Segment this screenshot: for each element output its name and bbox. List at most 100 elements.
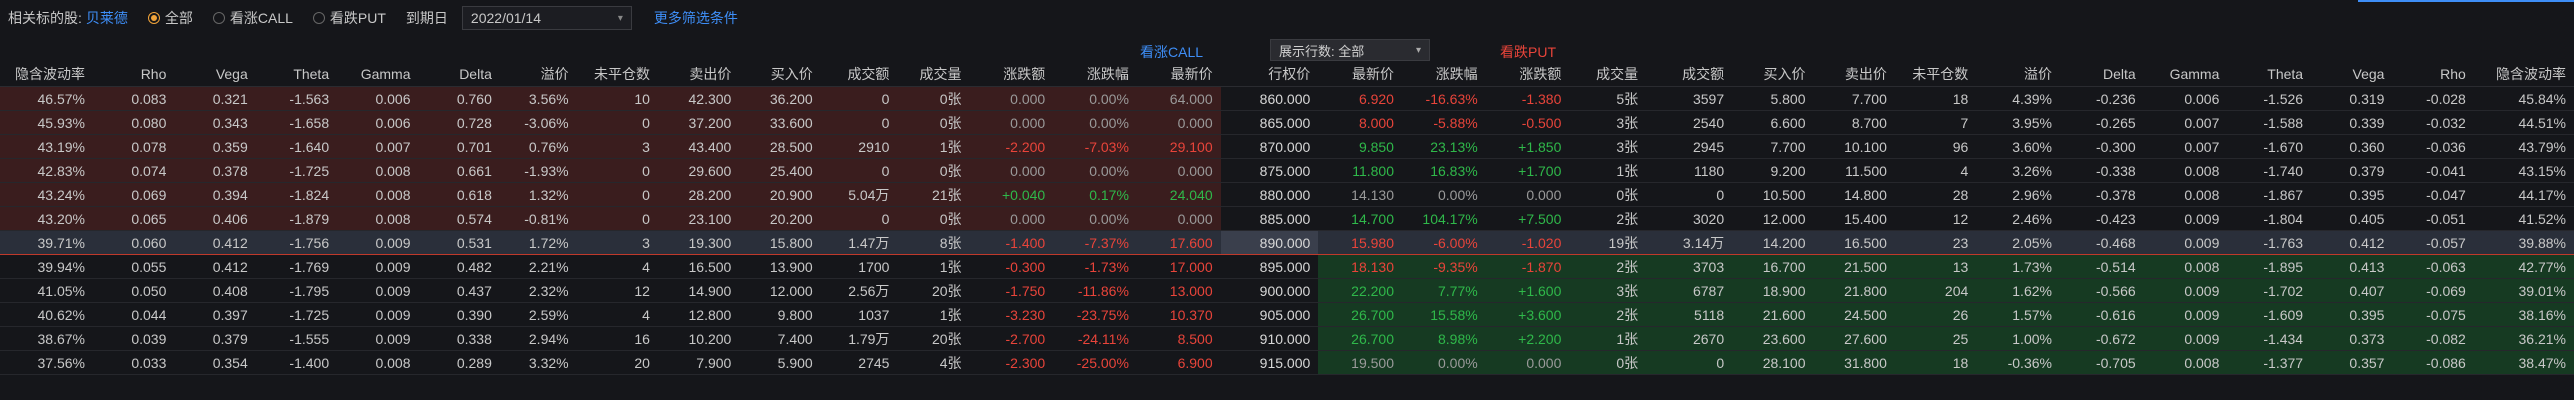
table-cell: 16.700: [1732, 254, 1814, 279]
filter-call-radio[interactable]: 看涨CALL: [212, 8, 293, 28]
table-row[interactable]: 43.24% 0.069 0.394 -1.824 0.008 0.618 1.32% 0 28…: [0, 182, 2574, 207]
table-cell: 0.074: [93, 158, 175, 183]
expiry-select[interactable]: 2022/01/14 ▾: [461, 6, 632, 30]
table-cell: 5.800: [1732, 86, 1814, 111]
table-cell: 1700: [820, 254, 898, 279]
table-cell: -25.00%: [1053, 350, 1137, 375]
column-header[interactable]: Gamma: [2143, 62, 2228, 87]
underlying-link[interactable]: 贝莱德: [86, 8, 128, 28]
column-header[interactable]: Theta: [255, 62, 338, 87]
table-cell: 0.009: [337, 254, 419, 279]
table-row[interactable]: 38.67% 0.039 0.379 -1.555 0.009 0.338 2.94% 16 1…: [0, 326, 2574, 351]
table-cell: 0张: [1569, 350, 1647, 375]
column-header[interactable]: 行权价: [1220, 62, 1319, 87]
table-cell: -1.750: [969, 278, 1054, 303]
table-cell: 2.96%: [1976, 182, 2060, 207]
expiry-label: 到期日: [405, 10, 448, 26]
table-cell: 0.006: [2143, 86, 2228, 111]
option-chain-table: 隐含波动率 Rho Vega Theta Gamma Delta 溢价 未平仓数 卖出价 买入价成…: [0, 62, 2574, 375]
table-cell: 8.700: [1813, 110, 1895, 135]
table-row[interactable]: 46.57% 0.083 0.321 -1.563 0.006 0.760 3.56% 10 4…: [0, 86, 2574, 111]
column-header[interactable]: 隐含波动率: [0, 62, 93, 87]
column-header[interactable]: 卖出价: [1813, 62, 1895, 87]
table-cell: -2.300: [969, 350, 1054, 375]
table-cell: 13: [1894, 254, 1977, 279]
table-cell: 43.400: [657, 134, 740, 159]
table-cell: 28.500: [739, 134, 821, 159]
table-cell: 0.412: [174, 230, 256, 255]
table-cell: 0: [576, 206, 658, 231]
table-cell: 12.000: [1732, 206, 1814, 231]
table-cell: 3张: [1569, 134, 1647, 159]
table-cell: 0.395: [2311, 182, 2393, 207]
table-cell: -0.36%: [1976, 350, 2060, 375]
table-cell: -1.434: [2227, 326, 2312, 351]
column-header[interactable]: Vega: [2311, 62, 2393, 87]
table-cell: 0.343: [174, 110, 256, 135]
table-cell: 0: [820, 110, 898, 135]
table-cell: 19.300: [657, 230, 740, 255]
column-header[interactable]: 成交额: [820, 62, 898, 87]
column-header[interactable]: 最新价: [1136, 62, 1221, 87]
rows-count-select[interactable]: 展示行数: 全部 ▾: [1270, 39, 1430, 61]
table-cell: 3.56%: [499, 86, 577, 111]
table-cell: 0.000: [1485, 350, 1570, 375]
table-cell: 0.008: [337, 350, 419, 375]
table-cell: +7.500: [1485, 206, 1570, 231]
table-cell: 880.000: [1220, 182, 1319, 207]
column-header[interactable]: 溢价: [1976, 62, 2060, 87]
filter-all-radio[interactable]: 全部: [147, 8, 193, 28]
table-row[interactable]: 42.83% 0.074 0.378 -1.725 0.008 0.661 -1.93% 0 2…: [0, 158, 2574, 183]
column-header[interactable]: 最新价: [1318, 62, 1402, 87]
column-header[interactable]: 涨跌幅: [1401, 62, 1486, 87]
table-row[interactable]: 39.71% 0.060 0.412 -1.756 0.009 0.531 1.72% 3 19…: [0, 230, 2574, 255]
table-row[interactable]: 43.19% 0.078 0.359 -1.640 0.007 0.701 0.76% 3 43…: [0, 134, 2574, 159]
column-header[interactable]: Vega: [174, 62, 256, 87]
column-header[interactable]: 未平仓数: [576, 62, 658, 87]
table-cell: 2.59%: [499, 302, 577, 327]
table-cell: 0.000: [969, 206, 1054, 231]
table-row[interactable]: 45.93% 0.080 0.343 -1.658 0.006 0.728 -3.06% 0 3…: [0, 110, 2574, 135]
table-cell: 1.32%: [499, 182, 577, 207]
column-header[interactable]: 成交额: [1646, 62, 1733, 87]
column-header[interactable]: 隐含波动率: [2473, 62, 2574, 87]
column-header[interactable]: Rho: [93, 62, 175, 87]
filter-put-radio[interactable]: 看跌PUT: [312, 8, 386, 28]
column-header[interactable]: 成交量: [1569, 62, 1647, 87]
table-row[interactable]: 41.05% 0.050 0.408 -1.795 0.009 0.437 2.32% 12 1…: [0, 278, 2574, 303]
column-header[interactable]: 买入价: [1732, 62, 1814, 87]
column-header[interactable]: 溢价: [499, 62, 577, 87]
column-header[interactable]: 成交量: [897, 62, 970, 87]
table-cell: 1.72%: [499, 230, 577, 255]
table-cell: 14.900: [657, 278, 740, 303]
table-row[interactable]: 37.56% 0.033 0.354 -1.400 0.008 0.289 3.32% 20 7…: [0, 350, 2574, 375]
table-cell: 0.000: [969, 158, 1054, 183]
table-cell: 0.379: [174, 326, 256, 351]
table-cell: 0.078: [93, 134, 175, 159]
table-cell: 19.500: [1318, 350, 1402, 375]
column-header[interactable]: Delta: [2059, 62, 2144, 87]
column-header[interactable]: Delta: [418, 62, 500, 87]
column-header[interactable]: 涨跌幅: [1053, 62, 1137, 87]
table-cell: 21.800: [1813, 278, 1895, 303]
column-header[interactable]: Theta: [2227, 62, 2312, 87]
table-cell: 20.900: [739, 182, 821, 207]
column-header[interactable]: 涨跌额: [969, 62, 1054, 87]
column-header[interactable]: 未平仓数: [1894, 62, 1977, 87]
table-cell: 0张: [897, 86, 970, 111]
table-cell: 0.319: [2311, 86, 2393, 111]
column-header[interactable]: 涨跌额: [1485, 62, 1570, 87]
table-row[interactable]: 39.94% 0.055 0.412 -1.769 0.009 0.482 2.21% 4 16…: [0, 254, 2574, 279]
table-cell: -1.824: [255, 182, 338, 207]
table-row[interactable]: 43.20% 0.065 0.406 -1.879 0.008 0.574 -0.81% 0 2…: [0, 206, 2574, 231]
more-filters-link[interactable]: 更多筛选条件: [654, 8, 738, 28]
table-cell: 4: [576, 254, 658, 279]
column-header[interactable]: Gamma: [337, 62, 419, 87]
table-cell: 1张: [897, 254, 970, 279]
table-row[interactable]: 40.62% 0.044 0.397 -1.725 0.009 0.390 2.59% 4 12…: [0, 302, 2574, 327]
table-cell: -23.75%: [1053, 302, 1137, 327]
column-header[interactable]: 买入价: [739, 62, 821, 87]
table-cell: -0.500: [1485, 110, 1570, 135]
column-header[interactable]: 卖出价: [657, 62, 740, 87]
column-header[interactable]: Rho: [2392, 62, 2474, 87]
